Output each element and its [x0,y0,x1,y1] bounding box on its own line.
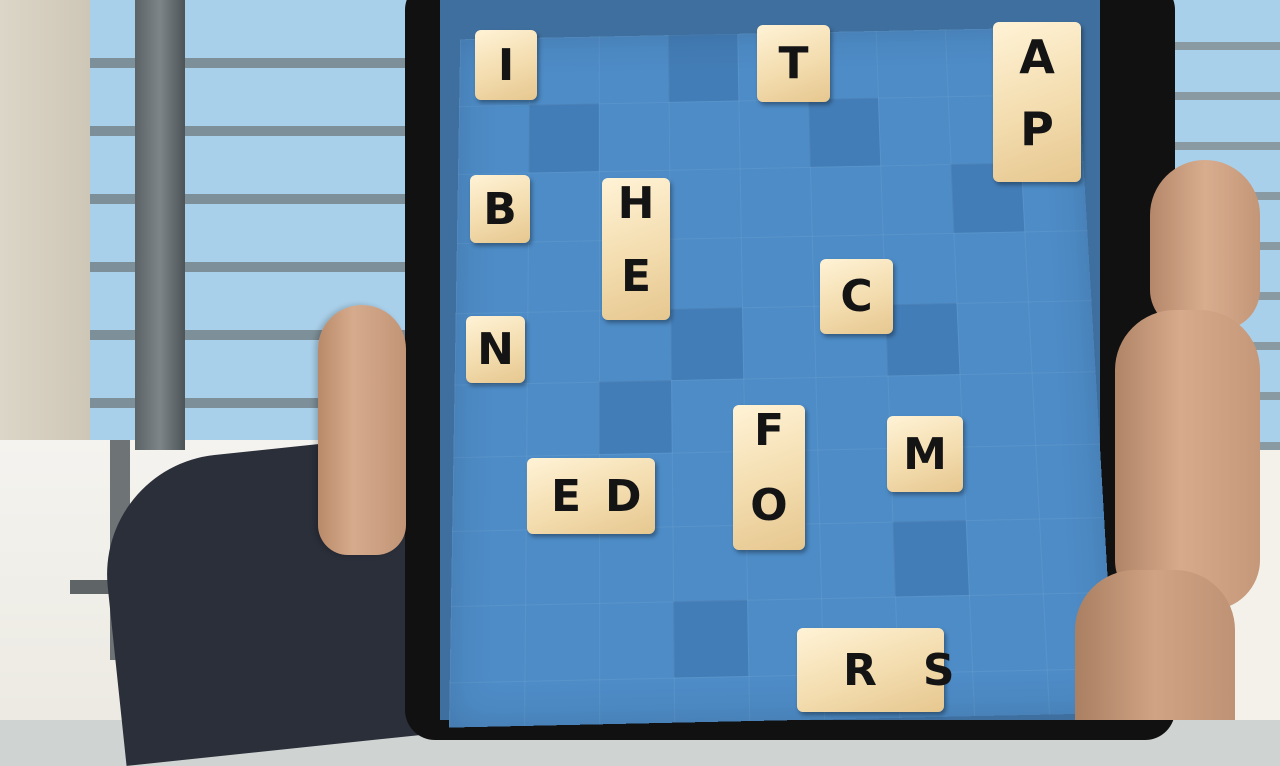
letter-tile-horizontal[interactable]: RS [797,628,955,712]
letter-tile[interactable]: M [887,416,963,492]
tile-letters: HE [610,178,662,324]
letter-tile[interactable]: C [820,259,893,334]
window-frame-post [135,0,185,450]
left-thumb [318,305,406,555]
letter-tile[interactable]: I [475,30,537,100]
board-cell-shaded [892,520,969,597]
right-finger-bottom [1075,570,1235,720]
letter-tile-vertical[interactable]: AP [993,22,1081,182]
board-cell-shaded [528,103,599,173]
board-cell-shaded [885,302,960,376]
letter-tile[interactable]: N [466,316,525,383]
tile-letters: FO [743,405,795,555]
letter-tile-horizontal[interactable]: ED [527,458,655,534]
board-cell-shaded [598,380,672,455]
right-finger-top [1150,160,1260,330]
board-cell-shaded [673,599,749,678]
letter-tile[interactable]: T [757,25,830,102]
board-cell-shaded [808,97,881,167]
letter-tile-vertical[interactable]: HE [602,178,670,324]
letter-tile[interactable]: B [470,175,530,243]
right-finger-middle [1115,310,1260,610]
tile-letters: AP [1010,30,1064,174]
letter-tile-vertical[interactable]: FO [733,405,805,555]
board-cell-shaded [668,33,739,102]
board-cell-shaded [670,307,744,381]
